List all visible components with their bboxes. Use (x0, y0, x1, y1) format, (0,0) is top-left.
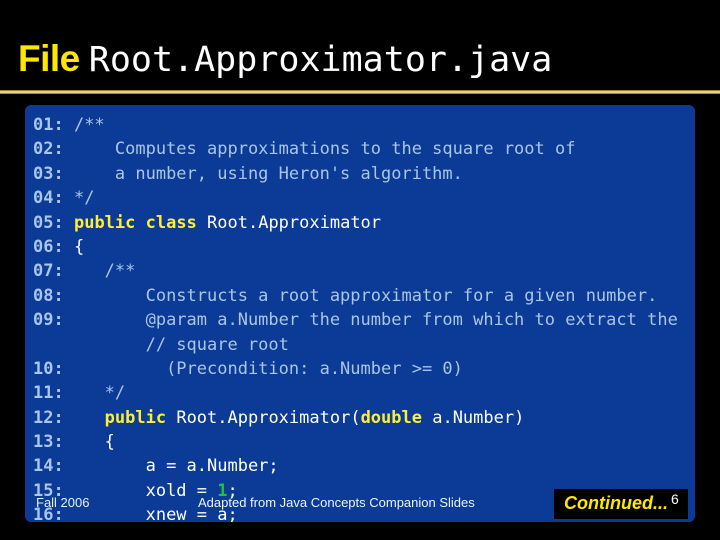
footer-credit: Adapted from Java Concepts Companion Sli… (198, 495, 475, 510)
page-title: File Root.Approximator.java (18, 40, 552, 78)
code-line: 06: { (33, 235, 695, 259)
code-line-number: 06: (33, 236, 64, 257)
title-file-name: Root.Approximator.java (88, 40, 553, 80)
code-line-number: 10: (33, 358, 64, 379)
code-token: a = a.Number; (63, 456, 279, 477)
code-line-number: 02: (33, 139, 64, 160)
code-line-number: 13: (33, 432, 64, 453)
code-line: // square root (33, 333, 695, 357)
footer-date: Fall 2006 (36, 495, 90, 510)
slide-header: File Root.Approximator.java (0, 0, 720, 94)
code-line: 05: public class Root.Approximator (33, 211, 695, 235)
code-line: 10: (Precondition: a.Number >= 0) (33, 357, 695, 381)
code-token: { (63, 432, 115, 453)
page-number: 6 (671, 491, 679, 507)
code-line: 04: */ (33, 186, 695, 210)
code-token: a number, using Heron's algorithm. (63, 163, 463, 184)
code-line: 13: { (33, 430, 695, 454)
code-line-number: 05: (33, 212, 64, 233)
title-keyword-file: File (18, 38, 80, 79)
slide-canvas: File Root.Approximator.java 01: /** 02: Co… (0, 0, 720, 540)
code-token: Root.Approximator( (166, 407, 361, 428)
code-token: public class (73, 212, 197, 233)
continued-label: Continued... (564, 493, 668, 513)
code-line: 09: @param a.Number the number from whic… (33, 308, 695, 332)
code-line-number: 07: (33, 261, 64, 282)
code-line-number: 04: (33, 188, 64, 209)
code-line-number: 08: (33, 285, 64, 306)
code-token: Computes approximations to the square ro… (63, 139, 576, 160)
code-panel: 01: /** 02: Computes approximations to th… (25, 105, 695, 522)
code-line: 11: */ (33, 381, 695, 405)
code-token: public (104, 407, 167, 428)
code-token: Root.Approximator (196, 212, 382, 233)
code-line: 01: /** (33, 113, 695, 137)
code-token: (Precondition: a.Number >= 0) (63, 358, 463, 379)
code-token: @param a.Number the number from which to… (63, 310, 678, 331)
code-line: 08: Constructs a root approximator for a… (33, 284, 695, 308)
code-line-number: 14: (33, 456, 64, 477)
code-line-number: 09: (33, 310, 64, 331)
continued-badge: Continued... (554, 489, 688, 519)
code-line: 07: /** (33, 259, 695, 283)
code-line-number: 03: (33, 163, 64, 184)
code-line: 02: Computes approximations to the squar… (33, 137, 695, 161)
code-line-number: 01: (33, 115, 64, 135)
code-line: 14: a = a.Number; (33, 454, 695, 478)
code-token: */ (63, 188, 95, 209)
header-divider (0, 90, 720, 94)
code-line: 12: public Root.Approximator(double a.Nu… (33, 406, 695, 430)
code-token: a.Number) (421, 407, 525, 428)
code-token: /** (63, 115, 105, 135)
code-line-number: 11: (33, 383, 64, 404)
code-line-list: 01: /** 02: Computes approximations to th… (33, 113, 695, 522)
code-line: 03: a number, using Heron's algorithm. (33, 162, 695, 186)
code-token: { (63, 236, 85, 257)
code-token: double (360, 407, 422, 428)
code-token: */ (63, 383, 126, 404)
code-token: // square root (33, 334, 289, 355)
code-line-number: 12: (33, 407, 64, 428)
code-token: Constructs a root approximator for a giv… (63, 285, 658, 306)
code-token: /** (63, 261, 136, 282)
